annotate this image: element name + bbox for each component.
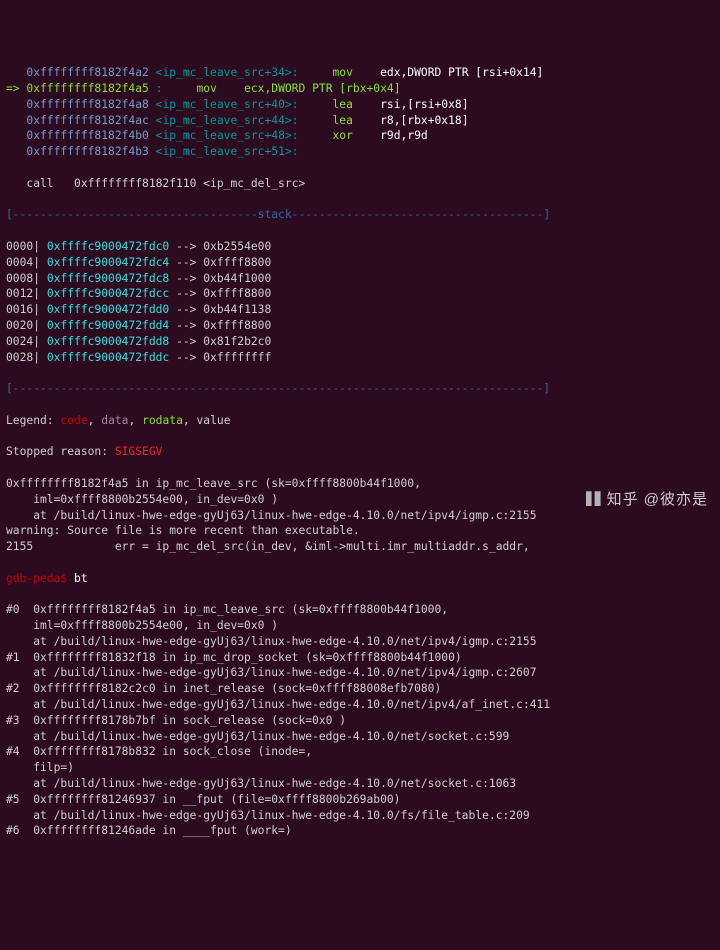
stack-row: 0004| 0xffffc9000472fdc4 --> 0xffff8800	[6, 255, 714, 271]
disasm-line: 0xffffffff8182f4a2 <ip_mc_leave_src+34>:…	[6, 65, 714, 81]
disasm-line: 0xffffffff8182f4b0 <ip_mc_leave_src+48>:…	[6, 128, 714, 144]
backtrace-line: at /build/linux-hwe-edge-gyUj63/linux-hw…	[6, 729, 714, 745]
legend-line: Legend: code, data, rodata, value	[6, 413, 714, 429]
backtrace-line: #2 0xffffffff8182c2c0 in inet_release (s…	[6, 681, 714, 697]
disasm-line: 0xffffffff8182f4a8 <ip_mc_leave_src+40>:…	[6, 97, 714, 113]
context-line: 0xffffffff8182f4a5 in ip_mc_leave_src (s…	[6, 476, 714, 492]
backtrace-line: at /build/linux-hwe-edge-gyUj63/linux-hw…	[6, 665, 714, 681]
backtrace-line: #4 0xffffffff8178b832 in sock_close (ino…	[6, 744, 714, 760]
stack-row: 0012| 0xffffc9000472fdcc --> 0xffff8800	[6, 286, 714, 302]
context-line: at /build/linux-hwe-edge-gyUj63/linux-hw…	[6, 508, 714, 524]
backtrace-block: #0 0xffffffff8182f4a5 in ip_mc_leave_src…	[6, 602, 714, 839]
disasm-line: => 0xffffffff8182f4a5 : mov ecx,DWORD PT…	[6, 81, 714, 97]
backtrace-line: #0 0xffffffff8182f4a5 in ip_mc_leave_src…	[6, 602, 714, 618]
backtrace-line: at /build/linux-hwe-edge-gyUj63/linux-hw…	[6, 808, 714, 824]
backtrace-line: #1 0xffffffff81832f18 in ip_mc_drop_sock…	[6, 650, 714, 666]
stack-row: 0008| 0xffffc9000472fdc8 --> 0xb44f1000	[6, 271, 714, 287]
stack-row: 0016| 0xffffc9000472fdd0 --> 0xb44f1138	[6, 302, 714, 318]
section-divider-stack: [------------------------------------sta…	[6, 207, 714, 223]
stack-row: 0024| 0xffffc9000472fdd8 --> 0x81f2b2c0	[6, 334, 714, 350]
gdb-command: bt	[74, 572, 88, 585]
backtrace-line: at /build/linux-hwe-edge-gyUj63/linux-hw…	[6, 634, 714, 650]
backtrace-line: #6 0xffffffff81246ade in ____fput (work=…	[6, 823, 714, 839]
backtrace-line: at /build/linux-hwe-edge-gyUj63/linux-hw…	[6, 776, 714, 792]
backtrace-line: iml=0xffff8800b2554e00, in_dev=0x0 )	[6, 618, 714, 634]
context-line: warning: Source file is more recent than…	[6, 523, 714, 539]
stack-block: 0000| 0xffffc9000472fdc0 --> 0xb2554e000…	[6, 239, 714, 365]
stack-row: 0000| 0xffffc9000472fdc0 --> 0xb2554e00	[6, 239, 714, 255]
gdb-prompt-line[interactable]: gdb-peda$ bt	[6, 571, 714, 587]
disasm-line: 0xffffffff8182f4ac <ip_mc_leave_src+44>:…	[6, 113, 714, 129]
stack-row: 0020| 0xffffc9000472fdd4 --> 0xffff8800	[6, 318, 714, 334]
disassembly-block: 0xffffffff8182f4a2 <ip_mc_leave_src+34>:…	[6, 65, 714, 160]
backtrace-line: #3 0xffffffff8178b7bf in sock_release (s…	[6, 713, 714, 729]
stack-row: 0028| 0xffffc9000472fddc --> 0xffffffff	[6, 350, 714, 366]
backtrace-line: filp=)	[6, 760, 714, 776]
context-line: 2155 err = ip_mc_del_src(in_dev, &iml->m…	[6, 539, 714, 555]
gdb-prompt: gdb-peda$	[6, 572, 67, 585]
context-block: 0xffffffff8182f4a5 in ip_mc_leave_src (s…	[6, 476, 714, 555]
backtrace-line: at /build/linux-hwe-edge-gyUj63/linux-hw…	[6, 697, 714, 713]
section-divider-end: [---------------------------------------…	[6, 381, 714, 397]
context-line: iml=0xffff8800b2554e00, in_dev=0x0 )	[6, 492, 714, 508]
backtrace-line: #5 0xffffffff81246937 in __fput (file=0x…	[6, 792, 714, 808]
disasm-line: 0xffffffff8182f4b3 <ip_mc_leave_src+51>:	[6, 144, 714, 160]
stopped-reason: Stopped reason: SIGSEGV	[6, 444, 714, 460]
disasm-tail: call 0xffffffff8182f110 <ip_mc_del_src>	[6, 176, 714, 192]
